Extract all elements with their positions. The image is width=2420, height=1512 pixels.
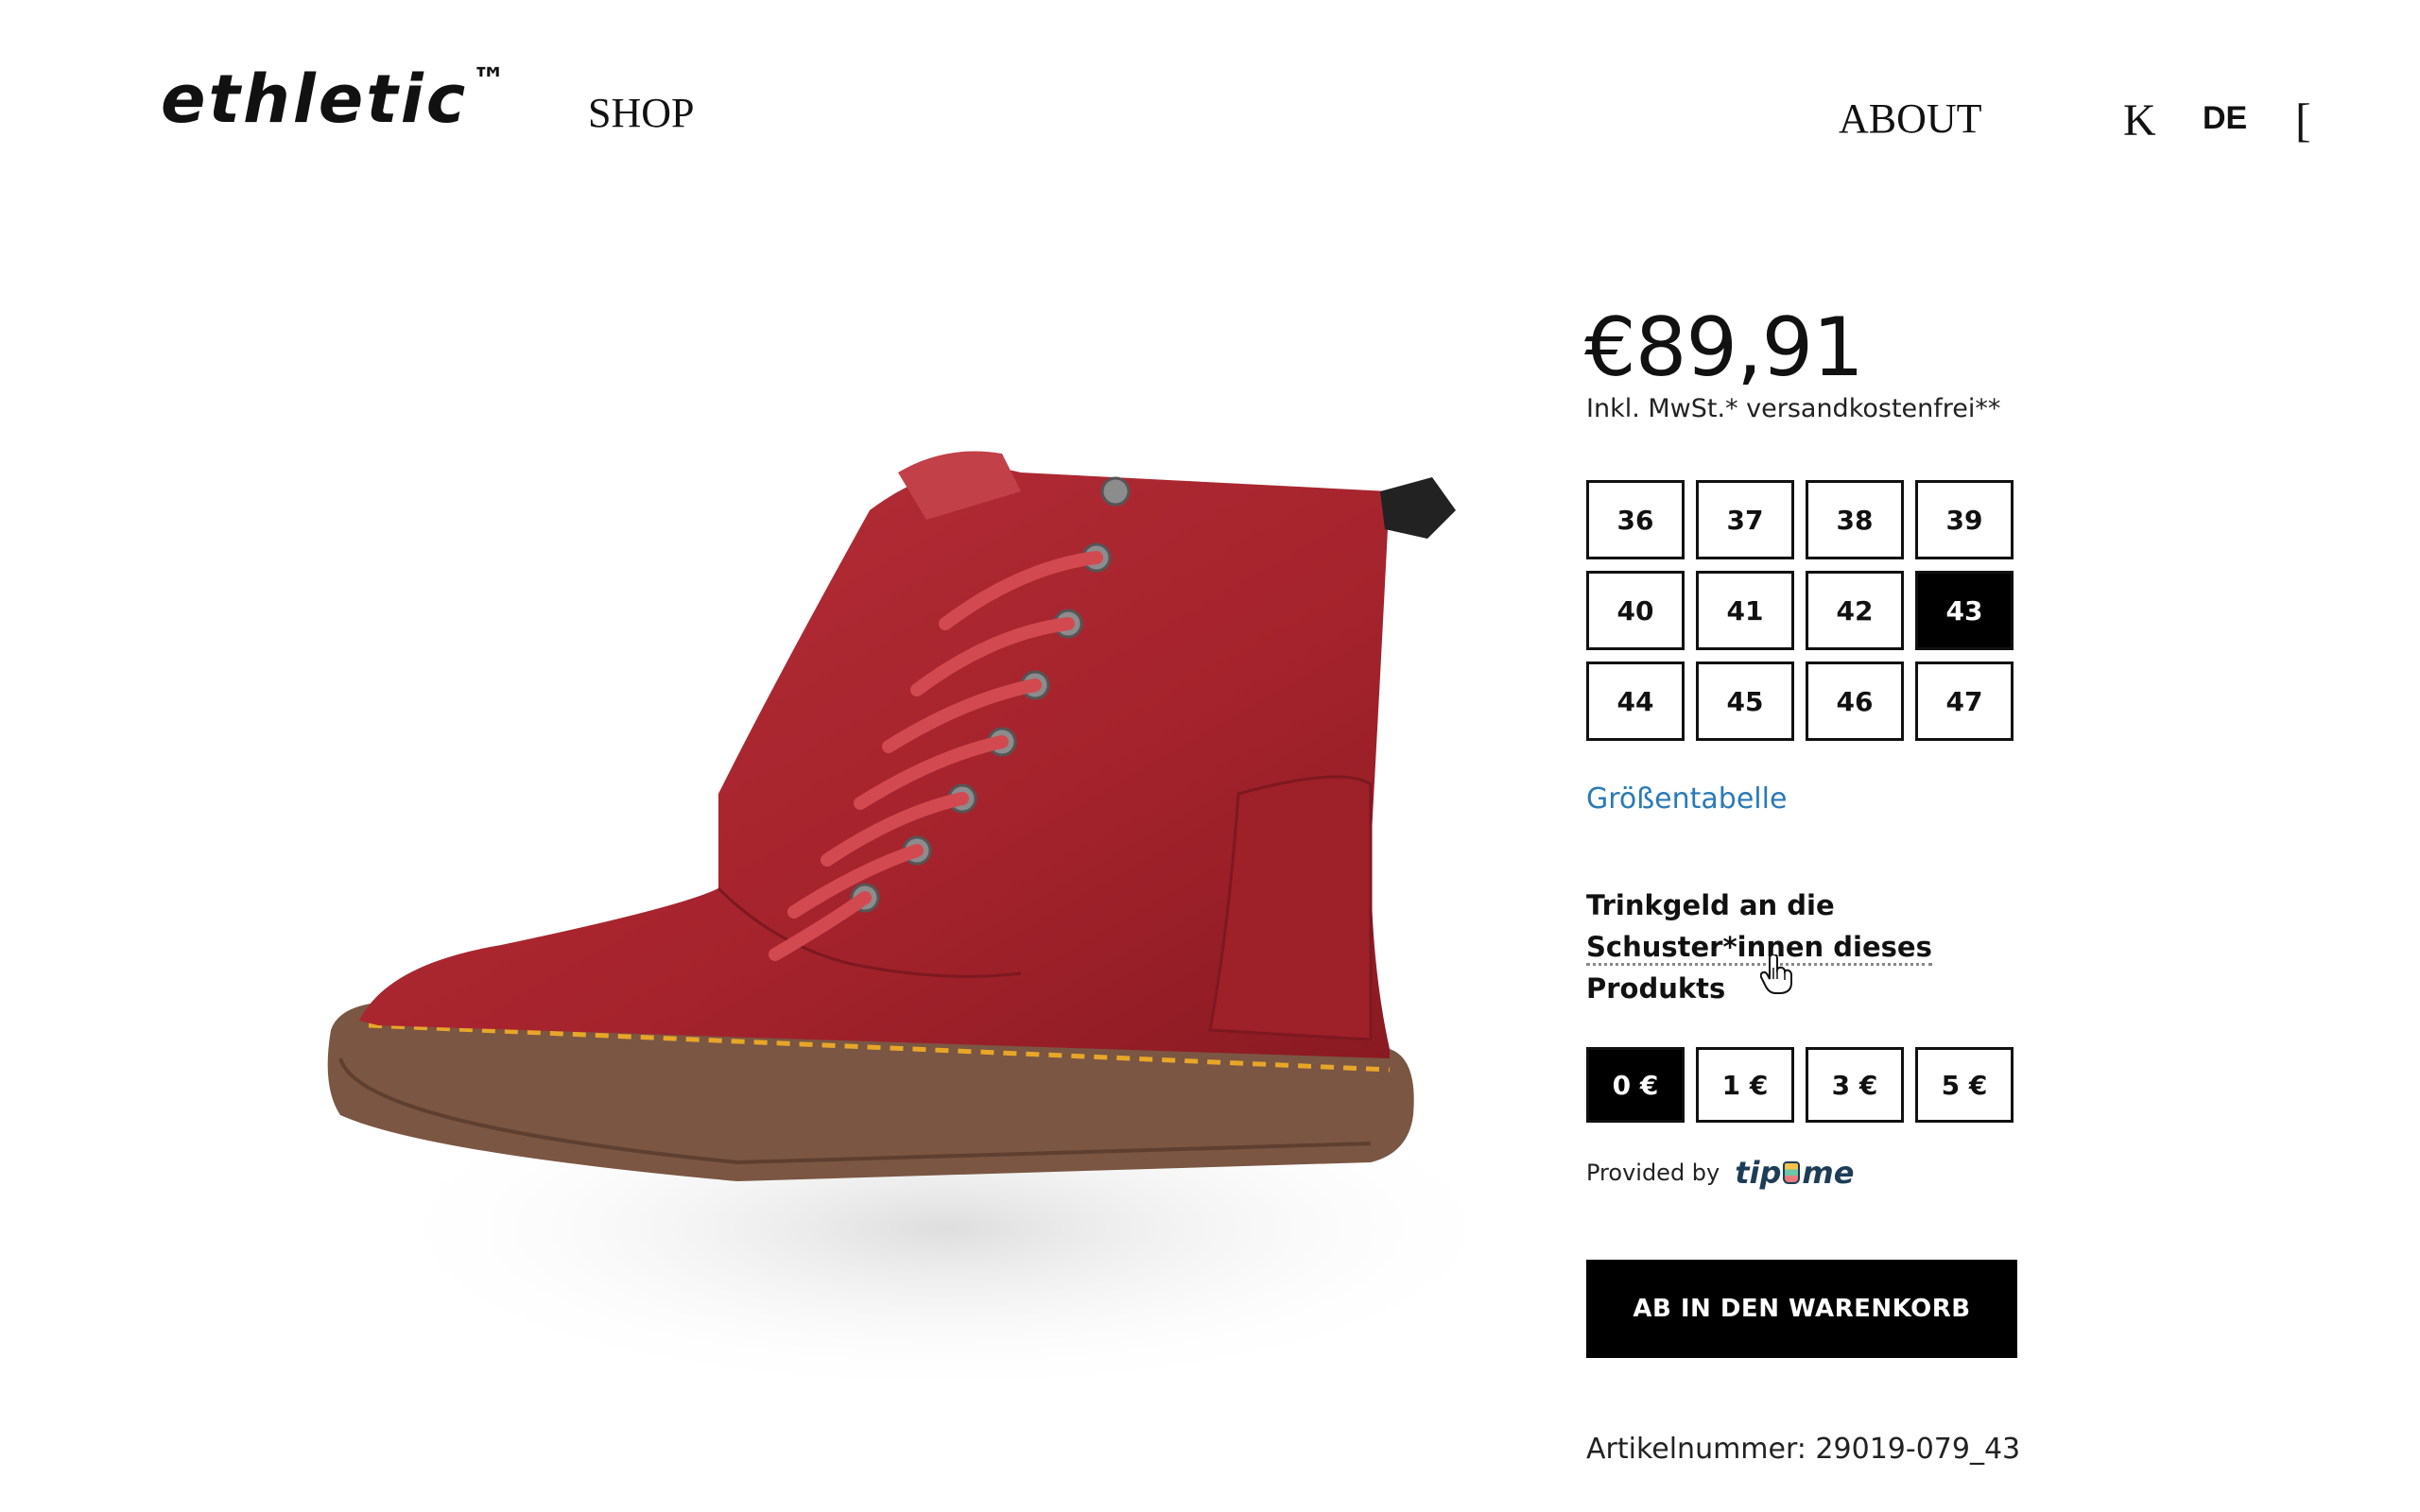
tip-heading-line: Trinkgeld an die [1586, 889, 1835, 921]
logo-trademark: ™ [472, 61, 507, 100]
size-option[interactable]: 36 [1586, 480, 1685, 559]
size-selector: 36 37 38 39 40 41 42 43 44 45 46 47 [1586, 480, 2017, 741]
size-option[interactable]: 42 [1806, 571, 1904, 650]
add-to-cart-button[interactable]: AB IN DEN WARENKORB [1586, 1260, 2017, 1358]
nav-about-link[interactable]: ABOUT [1839, 94, 1982, 143]
site-header: ethletic ™ SHOP ABOUT K DE [ [0, 0, 2420, 189]
size-option[interactable]: 40 [1586, 571, 1685, 650]
tip-option[interactable]: 1 € [1696, 1047, 1794, 1123]
size-option[interactable]: 37 [1696, 480, 1794, 559]
size-option[interactable]: 47 [1915, 662, 2014, 741]
size-chart-link[interactable]: Größentabelle [1586, 782, 1787, 816]
cart-icon[interactable]: [ [2295, 93, 2311, 147]
size-option[interactable]: 38 [1806, 480, 1904, 559]
nav-shop-link[interactable]: SHOP [588, 89, 695, 137]
hand-cursor-icon [1760, 954, 1792, 994]
article-number: Artikelnummer: 29019-079_43 [1586, 1433, 2021, 1466]
provided-by: Provided by tip me [1586, 1155, 1854, 1191]
tipme-logo[interactable]: tip me [1735, 1155, 1854, 1191]
tip-option[interactable]: 3 € [1806, 1047, 1904, 1123]
tip-heading-tooltip-trigger[interactable]: Schuster*innen dieses [1586, 931, 1932, 966]
tipme-logo-text: me [1802, 1155, 1855, 1191]
language-switcher[interactable]: DE [2203, 100, 2247, 137]
brand-logo[interactable]: ethletic ™ [161, 60, 506, 138]
nav-account-icon[interactable]: K [2123, 94, 2156, 146]
size-option[interactable]: 45 [1696, 662, 1794, 741]
size-option[interactable]: 39 [1915, 480, 2014, 559]
tip-heading-line: Produkts [1586, 972, 1726, 1005]
provided-by-label: Provided by [1586, 1160, 1720, 1186]
size-option[interactable]: 46 [1806, 662, 1904, 741]
red-high-top-sneaker-image [327, 451, 1531, 1399]
tip-jar-icon [1783, 1161, 1801, 1184]
size-option-selected[interactable]: 43 [1915, 571, 2014, 650]
tip-option[interactable]: 5 € [1915, 1047, 2014, 1123]
product-price: €89,91 [1584, 301, 1864, 395]
tip-option-selected[interactable]: 0 € [1586, 1047, 1685, 1123]
size-option[interactable]: 44 [1586, 662, 1685, 741]
tipme-logo-text: tip [1735, 1155, 1782, 1191]
logo-text: ethletic [161, 60, 469, 138]
tip-selector: 0 € 1 € 3 € 5 € [1586, 1047, 2014, 1123]
tax-shipping-note: Inkl. MwSt.* versandkostenfrei** [1586, 394, 2001, 423]
tip-heading: Trinkgeld an die Schuster*innen dieses P… [1586, 885, 2002, 1009]
size-option[interactable]: 41 [1696, 571, 1794, 650]
